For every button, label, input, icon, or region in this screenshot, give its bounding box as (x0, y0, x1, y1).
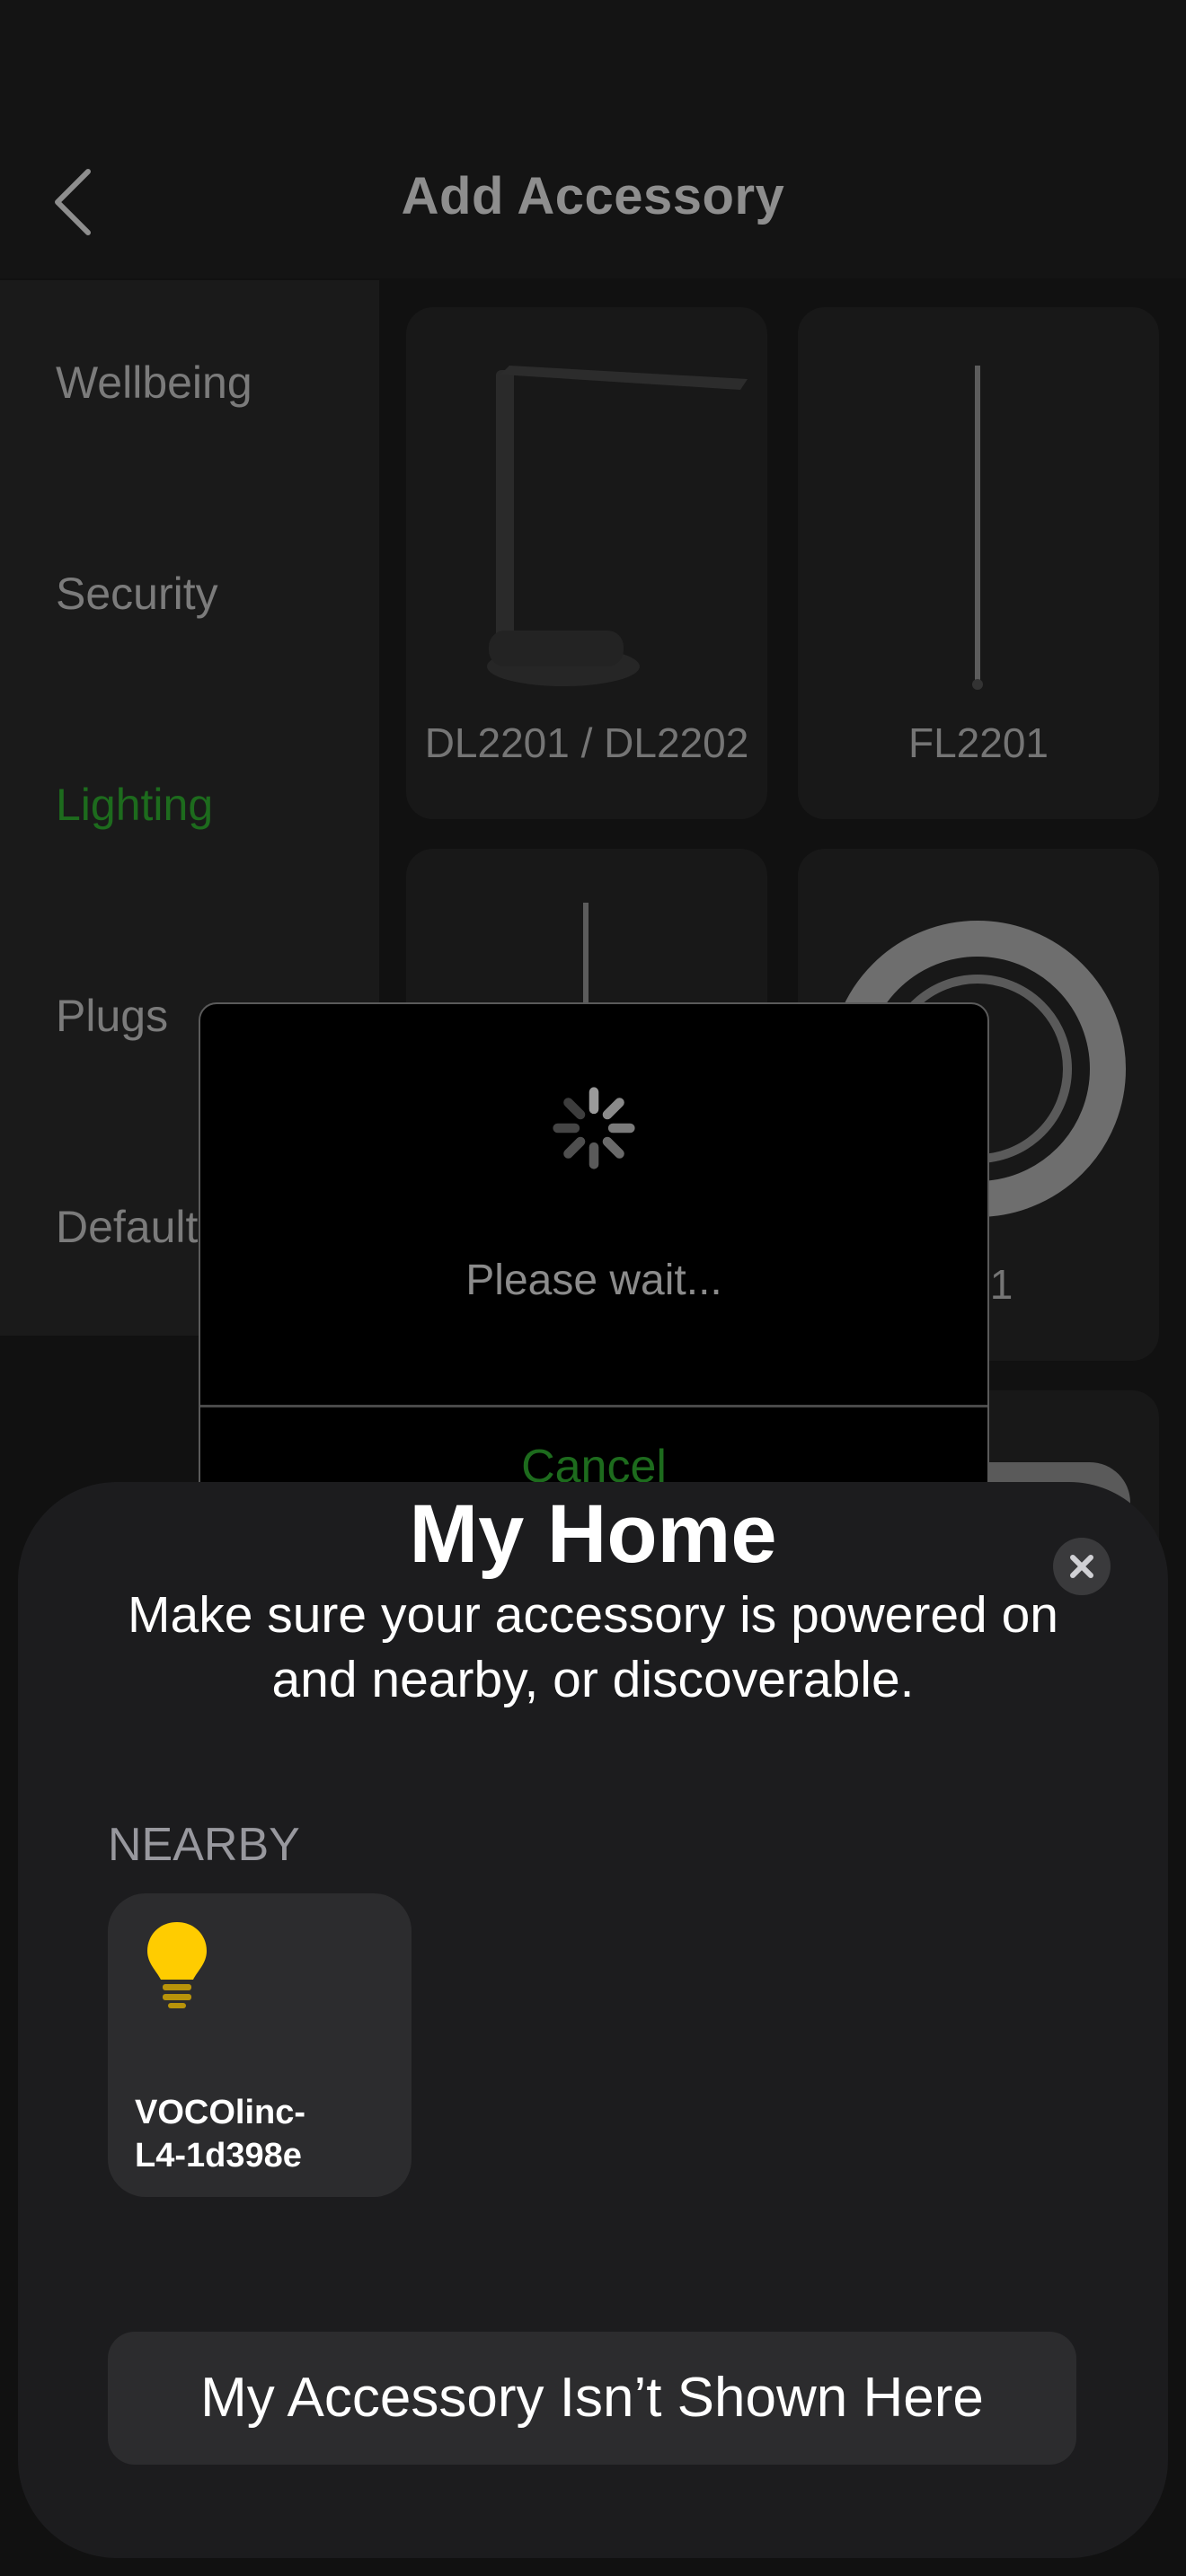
product-card-dl2201[interactable]: DL2201 / DL2202 (406, 307, 767, 819)
please-wait-message: Please wait... (465, 1257, 722, 1304)
floor-lamp-image (972, 366, 983, 690)
sidebar-item-security[interactable]: Security (56, 568, 218, 620)
sidebar-item-default[interactable]: Default (56, 1201, 198, 1253)
product-label: DL2201 / DL2202 (424, 719, 749, 766)
sidebar-item-plugs[interactable]: Plugs (56, 990, 168, 1042)
sheet-title: My Home (409, 1488, 777, 1580)
sheet-instructions: Make sure your accessory is powered on a… (128, 1586, 1058, 1708)
accessory-name: VOCOlinc- L4-1d398e (135, 2094, 306, 2175)
nearby-section-label: NEARBY (108, 1819, 300, 1871)
accessory-not-shown-button[interactable]: My Accessory Isn’t Shown Here (108, 2332, 1076, 2465)
desk-lamp-image (487, 366, 748, 686)
sidebar-item-lighting[interactable]: Lighting (56, 779, 213, 831)
lightbulb-icon (147, 1922, 207, 2008)
spinner-icon (553, 1087, 635, 1169)
product-label: FL2201 (907, 719, 1049, 766)
sidebar-item-wellbeing[interactable]: Wellbeing (56, 357, 252, 409)
nav-bar: Add Accessory (0, 0, 1186, 278)
divider (200, 1405, 987, 1407)
product-card-fl2201[interactable]: FL2201 (798, 307, 1159, 819)
page-title: Add Accessory (401, 167, 785, 225)
add-accessory-sheet: My Home Make sure your accessory is powe… (18, 1482, 1168, 2558)
accessory-tile[interactable]: VOCOlinc- L4-1d398e (108, 1893, 412, 2197)
please-wait-dialog: Please wait... Cancel (199, 1002, 989, 1509)
